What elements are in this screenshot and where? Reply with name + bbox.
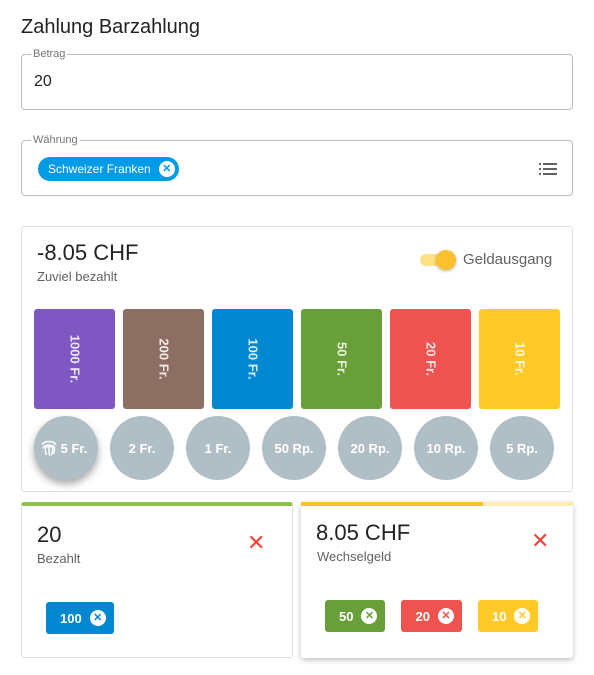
currency-chip-label: Schweizer Franken (48, 162, 151, 176)
banknote-button[interactable]: 10 Fr. (479, 309, 560, 409)
banknote-label: 50 Fr. (334, 342, 349, 376)
change-token[interactable]: 50 ✕ (325, 600, 386, 632)
banknote-label: 1000 Fr. (67, 334, 82, 384)
cash-out-toggle[interactable] (418, 249, 458, 270)
fingerprint-icon (41, 440, 57, 456)
coin-label: 20 Rp. (350, 440, 390, 456)
banknote-button[interactable]: 1000 Fr. (34, 309, 115, 409)
change-card: 8.05 CHF Wechselgeld ✕ 50 ✕ 20 ✕ 10 ✕ (301, 502, 573, 658)
coin-button[interactable]: 20 Rp. (338, 416, 402, 480)
paid-amount: 20 (37, 522, 62, 547)
change-token-label: 10 (491, 608, 507, 624)
banknote-button[interactable]: 200 Fr. (123, 309, 204, 409)
coin-label: 10 Rp. (426, 440, 466, 456)
currency-chip[interactable]: Schweizer Franken ✕ (38, 157, 179, 181)
change-label: Wechselgeld (317, 549, 392, 564)
chip-remove-icon[interactable]: ✕ (158, 161, 175, 177)
balance-amount: -8.05 CHF (37, 240, 139, 265)
change-token-label: 50 (339, 608, 354, 624)
amount-label: Betrag (31, 48, 68, 60)
banknote-button[interactable]: 50 Fr. (301, 309, 382, 409)
change-progress-bar (301, 502, 484, 506)
banknote-label: 10 Fr. (512, 342, 527, 376)
coin-label: 5 Rp. (506, 440, 538, 456)
banknote-label: 20 Fr. (423, 342, 438, 376)
change-token[interactable]: 10 ✕ (477, 600, 539, 632)
balance-status: Zuviel bezahlt (37, 269, 118, 284)
change-amount: 8.05 CHF (316, 520, 411, 545)
remove-token-icon[interactable]: ✕ (514, 608, 531, 624)
paid-tokens: 100 ✕ (46, 602, 114, 634)
banknote-label: 100 Fr. (245, 338, 260, 380)
cash-out-label: Geldausgang (463, 251, 553, 268)
currency-label: Währung (31, 134, 80, 146)
remove-token-icon[interactable]: ✕ (89, 610, 106, 626)
currency-field[interactable]: Währung Schweizer Franken ✕ (21, 134, 573, 196)
cash-panel: -8.05 CHF Zuviel bezahlt Geldausgang 100… (21, 226, 573, 492)
clear-change-icon[interactable]: ✕ (531, 530, 549, 552)
change-token[interactable]: 20 ✕ (401, 600, 462, 632)
change-token-label: 20 (415, 608, 430, 624)
remove-token-icon[interactable]: ✕ (437, 608, 454, 624)
paid-token-label: 100 (60, 610, 82, 626)
coin-button[interactable]: 2 Fr. (110, 416, 174, 480)
paid-card: 20 Bezahlt ✕ 100 ✕ (21, 502, 293, 658)
clear-paid-icon[interactable]: ✕ (247, 532, 265, 554)
coin-label: 5 Fr. (60, 440, 88, 456)
coin-button[interactable]: 5 Fr. (34, 416, 98, 480)
coin-label: 1 Fr. (204, 440, 232, 456)
paid-label: Bezahlt (37, 551, 81, 566)
coin-button[interactable]: 50 Rp. (262, 416, 326, 480)
list-icon[interactable] (539, 162, 557, 176)
coin-label: 50 Rp. (274, 440, 314, 456)
amount-value[interactable]: 20 (34, 73, 52, 91)
coin-button[interactable]: 10 Rp. (414, 416, 478, 480)
banknote-label: 200 Fr. (156, 338, 171, 380)
coin-label: 2 Fr. (128, 440, 156, 456)
amount-field[interactable]: Betrag 20 (21, 48, 573, 110)
coin-row: 5 Fr. 2 Fr. 1 Fr. 50 Rp. 20 Rp. 10 Rp. 5 Rp. (34, 416, 554, 480)
banknote-row: 1000 Fr. 200 Fr. 100 Fr. 50 Fr. 20 Fr. 10 Fr. (34, 309, 560, 409)
coin-button[interactable]: 5 Rp. (490, 416, 554, 480)
remove-token-icon[interactable]: ✕ (361, 608, 378, 624)
banknote-button[interactable]: 20 Fr. (390, 309, 471, 409)
coin-button[interactable]: 1 Fr. (186, 416, 250, 480)
paid-token[interactable]: 100 ✕ (46, 602, 114, 634)
banknote-button[interactable]: 100 Fr. (212, 309, 293, 409)
page-title: Zahlung Barzahlung (21, 16, 201, 38)
change-tokens: 50 ✕ 20 ✕ 10 ✕ (325, 600, 539, 632)
